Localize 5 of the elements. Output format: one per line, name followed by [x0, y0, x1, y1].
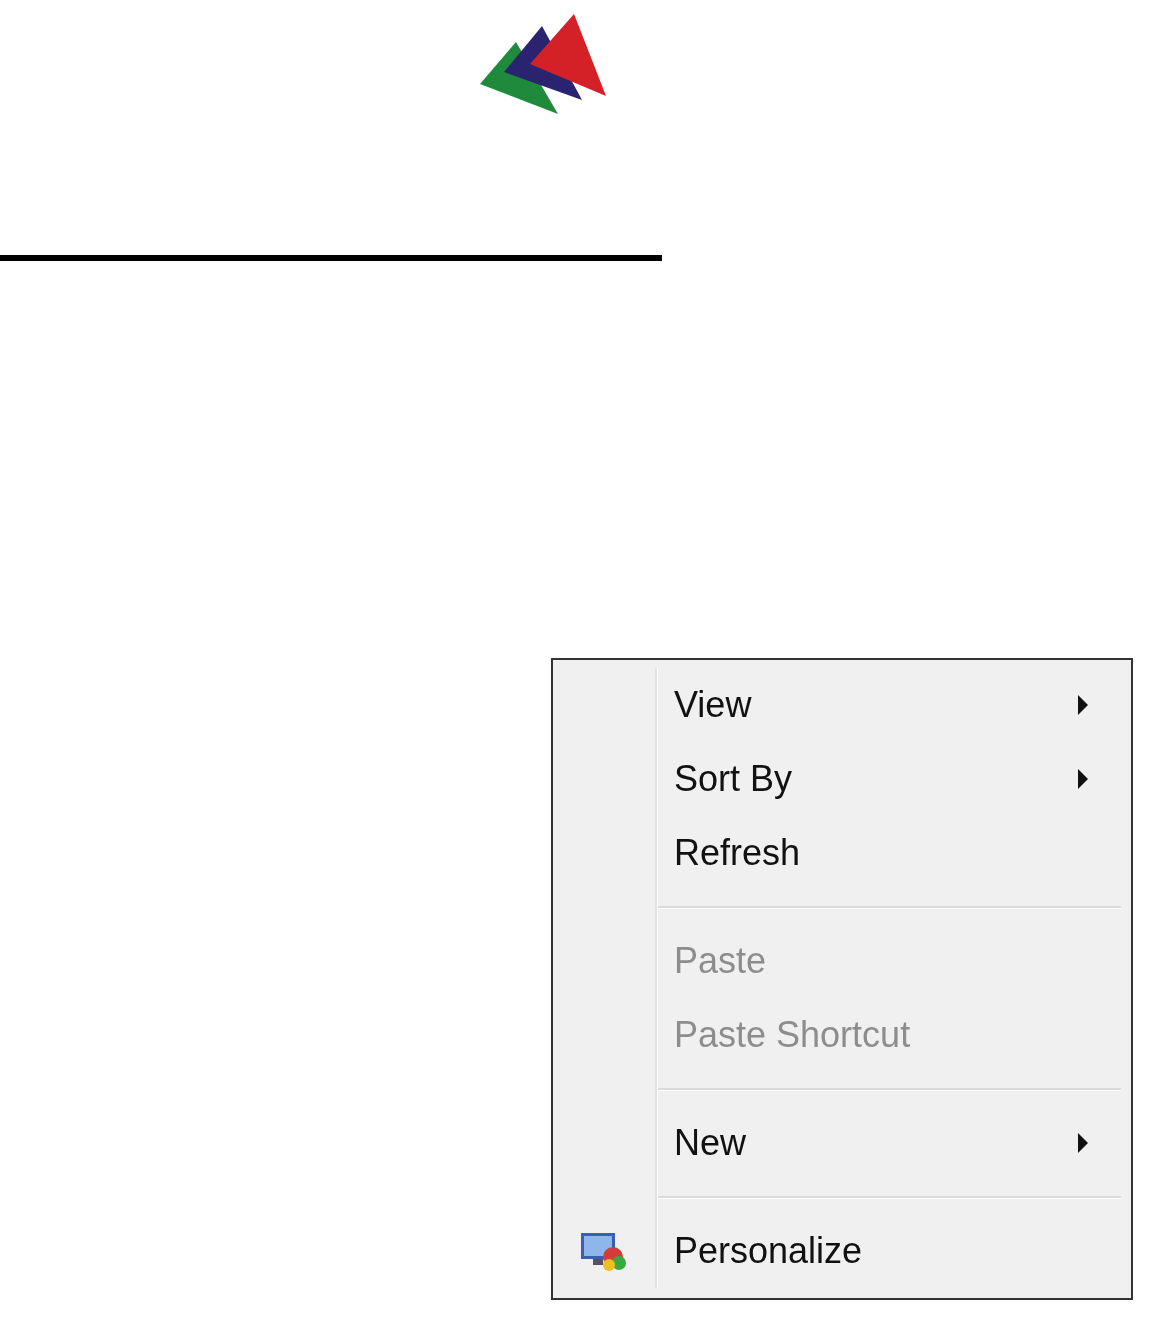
menu-item[interactable]: Sort By	[658, 742, 1131, 816]
menu-item[interactable]: New	[658, 1106, 1131, 1180]
menu-item[interactable]: Refresh	[658, 816, 1131, 890]
menu-item[interactable]: Personalize	[658, 1214, 1131, 1288]
menu-item[interactable]: View	[658, 668, 1131, 742]
